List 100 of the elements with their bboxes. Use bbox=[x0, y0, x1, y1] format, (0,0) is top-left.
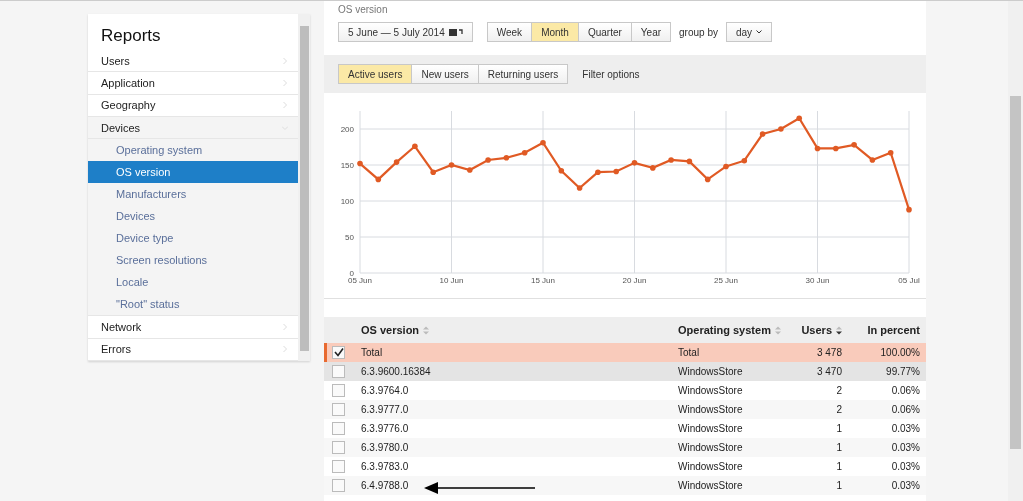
sidebar-subitem[interactable]: Manufacturers bbox=[88, 183, 298, 206]
column-header[interactable]: Operating system bbox=[678, 324, 788, 336]
data-point bbox=[668, 157, 674, 163]
table-cell: 6.3.9600.16384 bbox=[361, 366, 431, 377]
sidebar-subitem[interactable]: Locale bbox=[88, 271, 298, 294]
table-row[interactable]: 6.3.9777.0 WindowsStore 2 0.06% bbox=[324, 400, 926, 419]
group-by-label: group by bbox=[679, 26, 718, 38]
breadcrumb: OS version bbox=[337, 3, 389, 17]
table-cell: 3 470 bbox=[816, 366, 842, 377]
table-row[interactable]: Total Total 3 478 100.00% bbox=[324, 343, 926, 362]
data-point bbox=[540, 139, 546, 146]
sidebar-item[interactable]: Errors bbox=[88, 338, 298, 361]
data-point bbox=[467, 167, 473, 173]
column-header[interactable]: In percent bbox=[848, 324, 926, 336]
table-cell: Total bbox=[361, 347, 383, 358]
data-point bbox=[796, 115, 802, 121]
sidebar-item[interactable]: Application bbox=[88, 72, 298, 95]
scrollbar[interactable] bbox=[298, 14, 310, 361]
data-point bbox=[613, 168, 619, 175]
table-cell: WindowsStore bbox=[678, 461, 743, 472]
data-point bbox=[833, 145, 839, 152]
metric-tab[interactable]: Returning users bbox=[477, 64, 569, 84]
table-row[interactable]: 6.3.9600.16384 WindowsStore 3 470 99.77% bbox=[324, 362, 926, 381]
table-cell: 100.00% bbox=[880, 347, 920, 358]
column-header[interactable]: Users bbox=[788, 324, 848, 336]
sidebar-item[interactable]: Geography bbox=[88, 94, 298, 117]
table-cell: WindowsStore bbox=[678, 404, 743, 415]
period-tab[interactable]: Month bbox=[531, 22, 579, 42]
group-by-dropdown[interactable]: day bbox=[725, 22, 773, 42]
row-checkbox[interactable] bbox=[332, 422, 345, 435]
period-tab[interactable]: Week bbox=[486, 22, 533, 42]
data-point bbox=[430, 169, 436, 175]
sidebar-subitem[interactable]: OS version bbox=[88, 161, 298, 184]
table-cell: 1 bbox=[836, 423, 842, 434]
sidebar-subitem[interactable]: Devices bbox=[88, 205, 298, 228]
table-cell: 0.03% bbox=[891, 423, 920, 434]
metric-tab[interactable]: Active users bbox=[338, 64, 413, 84]
sidebar-subitem[interactable]: "Root" status bbox=[88, 293, 298, 316]
axis-label: 200 bbox=[340, 125, 354, 134]
period-tab[interactable]: Quarter bbox=[577, 22, 632, 42]
axis-label: 25 Jun bbox=[714, 276, 738, 285]
data-point bbox=[887, 149, 894, 156]
axis-label: 05 Jun bbox=[348, 276, 372, 285]
sidebar-item[interactable]: Network bbox=[88, 316, 298, 339]
sidebar-title: Reports bbox=[100, 25, 162, 47]
table-row[interactable]: 6.4.9788.0 WindowsStore 1 0.03% bbox=[324, 476, 926, 495]
data-point bbox=[851, 142, 857, 148]
sidebar-item[interactable]: Devices bbox=[88, 117, 298, 140]
caret-icon bbox=[756, 30, 763, 34]
axis-label: 20 Jun bbox=[622, 276, 647, 285]
table-row[interactable]: 6.3.9780.0 WindowsStore 1 0.03% bbox=[324, 438, 926, 457]
axis-label: 05 Jul bbox=[898, 276, 920, 285]
table-cell: 6.3.9777.0 bbox=[361, 404, 409, 415]
data-point bbox=[393, 159, 400, 165]
sort-descending-icon bbox=[836, 325, 842, 335]
row-checkbox[interactable] bbox=[332, 441, 345, 454]
data-point bbox=[869, 157, 876, 163]
data-point bbox=[448, 162, 455, 168]
axis-label: 30 Jun bbox=[805, 276, 830, 285]
table-cell: WindowsStore bbox=[678, 442, 743, 453]
data-point bbox=[357, 160, 363, 167]
date-range-button[interactable]: 5 June — 5 July 2014 bbox=[338, 22, 473, 42]
table-cell: WindowsStore bbox=[678, 385, 743, 396]
data-point bbox=[814, 145, 821, 152]
row-checkbox[interactable] bbox=[332, 460, 345, 473]
table-cell: 0.06% bbox=[891, 385, 920, 396]
axis-label: 15 Jun bbox=[531, 276, 555, 285]
row-checkbox[interactable] bbox=[332, 346, 345, 359]
metric-tab[interactable]: New users bbox=[411, 64, 479, 84]
table-cell: WindowsStore bbox=[678, 366, 743, 377]
table-cell: 1 bbox=[836, 442, 842, 453]
table-cell: WindowsStore bbox=[678, 423, 743, 434]
row-checkbox[interactable] bbox=[332, 384, 345, 397]
data-point bbox=[704, 176, 711, 183]
table-cell: 3 478 bbox=[816, 347, 842, 358]
data-point bbox=[558, 167, 565, 174]
table-cell: 0.03% bbox=[891, 442, 920, 453]
axis-label: 10 Jun bbox=[439, 276, 464, 285]
sidebar-subitem[interactable]: Operating system bbox=[88, 139, 298, 162]
axis-label: 0 bbox=[349, 269, 354, 278]
row-checkbox[interactable] bbox=[332, 403, 345, 416]
row-checkbox[interactable] bbox=[332, 365, 345, 378]
data-point bbox=[723, 163, 729, 170]
period-tab[interactable]: Year bbox=[630, 22, 672, 42]
sidebar-subitem[interactable]: Screen resolutions bbox=[88, 249, 298, 272]
axis-label: 100 bbox=[340, 197, 354, 206]
column-header[interactable]: OS version bbox=[361, 324, 678, 336]
table-cell: WindowsStore bbox=[678, 480, 743, 491]
row-checkbox[interactable] bbox=[332, 479, 345, 492]
calendar-icon bbox=[448, 28, 463, 36]
table-cell: 6.3.9776.0 bbox=[361, 423, 409, 434]
sort-icon bbox=[774, 325, 781, 335]
filter-options-link[interactable]: Filter options bbox=[582, 68, 640, 80]
table-cell: 6.4.9788.0 bbox=[361, 480, 409, 491]
table-cell: 1 bbox=[836, 461, 842, 472]
data-point bbox=[741, 157, 748, 164]
data-point bbox=[485, 157, 491, 163]
sidebar-item[interactable]: Users bbox=[88, 50, 298, 73]
sidebar-subitem[interactable]: Device type bbox=[88, 227, 298, 250]
page-scrollbar[interactable] bbox=[1008, 1, 1023, 501]
